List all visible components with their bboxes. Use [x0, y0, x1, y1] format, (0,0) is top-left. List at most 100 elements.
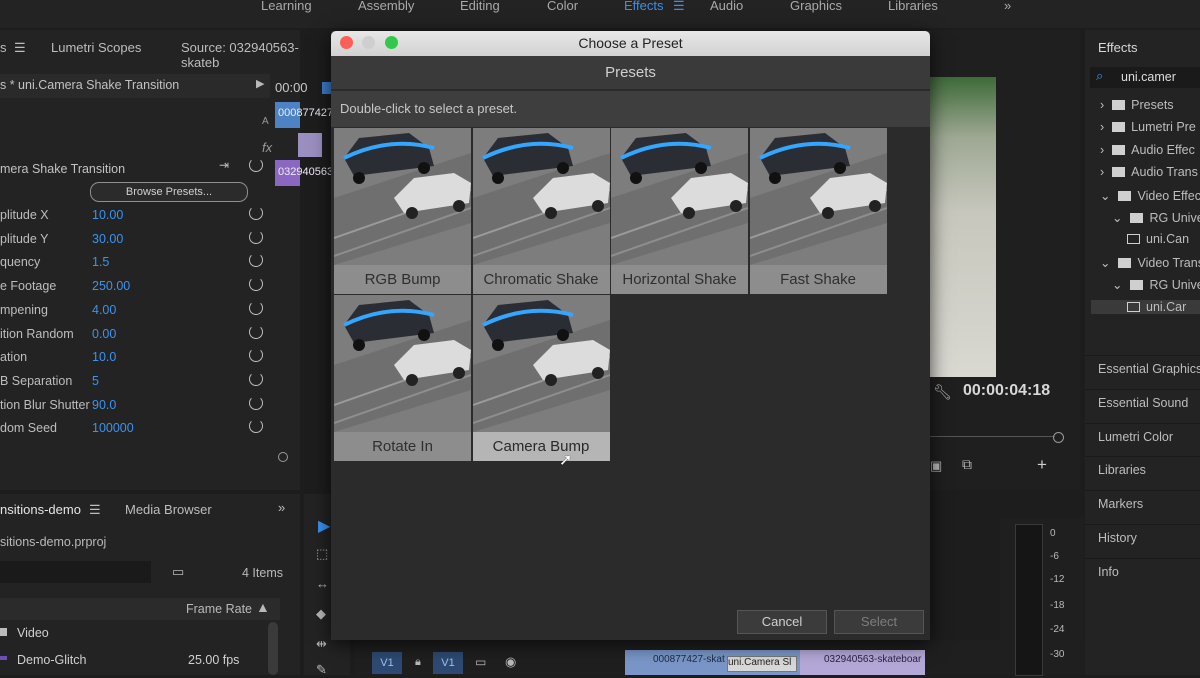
effects-tree-item[interactable]: › Audio Effec [1100, 143, 1195, 157]
chevron-icon[interactable]: › [1100, 165, 1104, 179]
keyframe-icon[interactable]: ⇥ [219, 158, 229, 172]
workspace-tab-graphics[interactable]: Graphics [790, 0, 842, 13]
workspace-tab-assembly[interactable]: Assembly [358, 0, 414, 13]
scrub-handle[interactable] [1053, 432, 1064, 443]
track-select-icon[interactable]: ⬚ [316, 546, 328, 562]
play-icon[interactable]: ▶ [256, 77, 264, 90]
timeline-clip[interactable]: 032940563-skateboar [800, 650, 925, 675]
compare-icon[interactable]: ⧉ [962, 456, 972, 473]
reset-icon[interactable] [249, 206, 263, 220]
effects-tree-item[interactable]: ⌄ RG Unive [1112, 277, 1200, 292]
effects-panel-title[interactable]: Effects [1098, 40, 1138, 55]
param-value[interactable]: 4.00 [92, 303, 116, 317]
reset-icon[interactable] [249, 419, 263, 434]
param-value[interactable]: 10.0 [92, 350, 116, 364]
panel-menu-item[interactable]: Libraries [1098, 463, 1146, 477]
browse-presets-button[interactable]: Browse Presets... [90, 182, 248, 202]
slip-tool-icon[interactable]: ⇹ [316, 636, 327, 652]
folder-search-icon[interactable]: ▭ [172, 564, 184, 580]
project-search-input[interactable] [0, 561, 151, 583]
workspace-tab-color[interactable]: Color [547, 0, 578, 13]
panel-menu-item[interactable]: Info [1098, 565, 1119, 579]
chevron-icon[interactable]: ⌄ [1100, 189, 1110, 203]
tab-media-browser[interactable]: Media Browser [125, 502, 212, 517]
param-value[interactable]: 30.00 [92, 232, 123, 246]
list-item[interactable]: Demo-Glitch [17, 653, 86, 667]
v1-track-label[interactable]: V1 [433, 652, 463, 674]
workspace-tab-learning[interactable]: Learning [261, 0, 312, 13]
scrub-track[interactable] [930, 436, 1055, 437]
param-value[interactable]: 100000 [92, 421, 134, 435]
chevron-icon[interactable]: › [1100, 143, 1104, 157]
effects-tree-item[interactable]: ⌄ Video Effec [1100, 188, 1200, 203]
param-value[interactable]: 1.5 [92, 255, 109, 269]
preset-tile[interactable]: Chromatic Shake [472, 128, 610, 294]
panel-menu-item[interactable]: Essential Graphics [1098, 362, 1200, 376]
razor-tool-icon[interactable]: ◆ [316, 606, 326, 622]
effects-tree-item[interactable]: ⌄ RG Unive [1112, 210, 1200, 225]
workspace-tab-libraries[interactable]: Libraries [888, 0, 938, 13]
panel-menu-item[interactable]: Lumetri Color [1098, 430, 1173, 444]
panel-menu-icon[interactable]: ☰ [89, 502, 101, 518]
col-frame-rate[interactable]: Frame Rate [186, 602, 252, 616]
camera-icon[interactable]: ▣ [930, 458, 942, 474]
chevron-icon[interactable]: › [1100, 120, 1104, 134]
preset-tile[interactable]: RGB Bump [334, 128, 471, 294]
reset-icon[interactable] [249, 300, 263, 315]
list-item[interactable]: Video [17, 626, 49, 640]
preset-tile[interactable]: Camera Bump [472, 295, 610, 461]
menu-icon[interactable]: ☰ [673, 0, 685, 14]
zoom-handle[interactable] [278, 452, 288, 462]
param-value[interactable]: 250.00 [92, 279, 130, 293]
preset-tile[interactable]: Rotate In [334, 295, 471, 461]
param-value[interactable]: 0.00 [92, 327, 116, 341]
tab-lumetri-scopes[interactable]: Lumetri Scopes [51, 40, 141, 55]
reset-icon[interactable] [249, 348, 263, 363]
select-button[interactable]: Select [834, 610, 924, 634]
wrench-icon[interactable]: 🔧︎ [933, 383, 952, 401]
sync-icon[interactable]: ▭ [475, 655, 486, 669]
selection-tool-icon[interactable]: ▶ [318, 516, 330, 536]
tab-effect-controls[interactable]: s [0, 40, 7, 55]
lock-icon[interactable]: 🔒︎ [415, 656, 421, 669]
add-icon[interactable]: + [1037, 455, 1047, 475]
tab-project[interactable]: nsitions-demo [0, 502, 81, 517]
reset-icon[interactable] [249, 324, 263, 339]
eye-icon[interactable]: ◉ [505, 654, 516, 670]
more-workspaces-icon[interactable]: » [1004, 0, 1011, 13]
reset-icon[interactable] [249, 371, 263, 386]
reset-icon[interactable] [249, 395, 263, 410]
param-value[interactable]: 10.00 [92, 208, 123, 222]
panel-menu-item[interactable]: Markers [1098, 497, 1143, 511]
panel-menu-item[interactable]: Essential Sound [1098, 396, 1188, 410]
workspace-tab-editing[interactable]: Editing [460, 0, 500, 13]
transition-clip[interactable]: uni.Camera Sl [727, 656, 797, 672]
more-icon[interactable]: » [278, 500, 285, 515]
chevron-icon[interactable]: ⌄ [1100, 256, 1110, 270]
chevron-icon[interactable]: ⌄ [1112, 278, 1122, 292]
reset-icon[interactable] [249, 277, 263, 292]
effects-tree-item[interactable]: uni.Car [1091, 299, 1200, 314]
chevron-icon[interactable]: ⌄ [1112, 211, 1122, 225]
panel-menu-icon[interactable]: ☰ [14, 40, 26, 56]
cancel-button[interactable]: Cancel [737, 610, 827, 634]
transition-marker[interactable] [298, 133, 322, 157]
effects-tree-item[interactable]: › Audio Trans [1100, 165, 1198, 179]
effects-tree-item[interactable]: › Presets [1100, 98, 1174, 112]
panel-menu-item[interactable]: History [1098, 531, 1137, 545]
param-value[interactable]: 90.0 [92, 398, 116, 412]
reset-icon[interactable] [249, 229, 263, 244]
effects-search-input[interactable]: ⌕ uni.camer [1090, 67, 1200, 88]
pen-tool-icon[interactable]: ✎ [316, 662, 327, 678]
reset-icon[interactable] [249, 253, 263, 268]
preset-tile[interactable]: Horizontal Shake [611, 128, 748, 294]
param-value[interactable]: 5 [92, 374, 99, 388]
workspace-tab-effects[interactable]: Effects [624, 0, 664, 13]
reset-icon[interactable] [249, 158, 263, 172]
chevron-icon[interactable]: › [1100, 98, 1104, 112]
ripple-tool-icon[interactable]: ↔ [316, 576, 329, 591]
tab-source[interactable]: Source: 032940563-skateb [181, 40, 300, 70]
scrollbar[interactable] [268, 622, 278, 675]
workspace-tab-audio[interactable]: Audio [710, 0, 743, 13]
effects-tree-item[interactable]: ⌄ Video Trans [1100, 255, 1200, 270]
